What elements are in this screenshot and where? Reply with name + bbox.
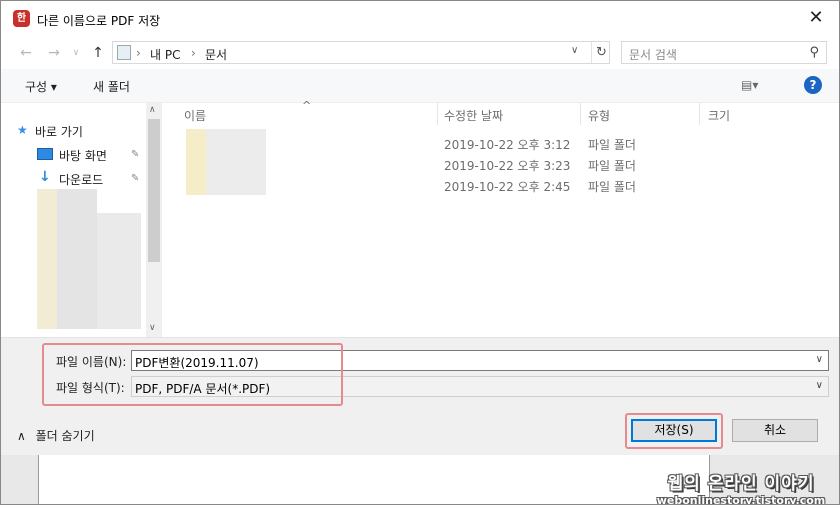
command-toolbar: 구성 ▾ 새 폴더 ▤▾ ? xyxy=(1,69,839,103)
search-icon[interactable]: ⚲ xyxy=(809,45,819,60)
watermark-title: 웹의 온라인 이야기 xyxy=(667,474,815,494)
window-title: 다른 이름으로 PDF 저장 xyxy=(37,14,161,28)
row-type[interactable]: 파일 폴더 xyxy=(588,136,636,153)
star-icon: ★ xyxy=(17,123,28,137)
save-button-highlight-annotation xyxy=(625,413,723,449)
back-button[interactable]: ← xyxy=(15,44,37,62)
search-placeholder: 문서 검색 xyxy=(629,48,677,62)
help-icon[interactable]: ? xyxy=(804,76,822,94)
scrollbar-thumb[interactable] xyxy=(148,119,160,262)
row-date[interactable]: 2019-10-22 오후 3:12 xyxy=(444,136,570,153)
view-options-icon[interactable]: ▤▾ xyxy=(741,78,758,92)
refresh-button[interactable]: ↻ xyxy=(591,42,611,63)
navigation-bar: ← → ∨ ↑ › 내 PC › 문서 ∨ ↻ 문서 검색 ⚲ xyxy=(1,37,839,69)
breadcrumb-separator: › xyxy=(191,46,196,60)
chevron-down-icon[interactable]: ∨ xyxy=(816,380,823,391)
up-folder-button[interactable]: ↑ xyxy=(87,44,109,62)
address-bar[interactable]: › 내 PC › 문서 ∨ ↻ xyxy=(112,41,610,64)
row-type[interactable]: 파일 폴더 xyxy=(588,178,636,195)
close-button[interactable]: ✕ xyxy=(793,1,839,37)
column-divider[interactable] xyxy=(580,103,581,125)
new-folder-button[interactable]: 새 폴더 xyxy=(93,78,130,95)
blurred-item xyxy=(37,189,57,329)
blurred-folder-icon xyxy=(186,129,206,195)
filename-highlight-annotation xyxy=(42,343,343,406)
row-date[interactable]: 2019-10-22 오후 2:45 xyxy=(444,178,570,195)
download-icon: ↓ xyxy=(39,169,51,185)
organize-menu[interactable]: 구성 ▾ xyxy=(25,78,57,95)
nav-pane-scrollbar[interactable]: ∧ ∨ xyxy=(146,103,162,337)
hide-folders-label: 폴더 숨기기 xyxy=(35,429,95,443)
blurred-item xyxy=(97,213,141,329)
title-bar: 한 다른 이름으로 PDF 저장 ✕ xyxy=(1,1,839,37)
breadcrumb-my-pc[interactable]: 내 PC xyxy=(150,46,180,63)
nav-item-downloads[interactable]: 다운로드 xyxy=(59,171,103,188)
breadcrumb-documents[interactable]: 문서 xyxy=(205,46,227,63)
file-list: ^ 이름 수정한 날짜 유형 크기 2019-10-22 오후 3:12 파일 … xyxy=(162,99,839,337)
navigation-pane: ★ 바로 가기 바탕 화면 ✎ ↓ 다운로드 ✎ ∧ ∨ xyxy=(1,103,162,337)
recent-locations-dropdown[interactable]: ∨ xyxy=(65,44,87,62)
cancel-button[interactable]: 취소 xyxy=(732,419,818,442)
address-dropdown-icon[interactable]: ∨ xyxy=(571,45,578,56)
blurred-folder-name xyxy=(206,129,266,195)
breadcrumb-separator: › xyxy=(136,46,141,60)
column-header-name[interactable]: 이름 xyxy=(184,107,206,124)
blurred-item xyxy=(57,189,97,329)
nav-item-desktop[interactable]: 바탕 화면 xyxy=(59,147,107,164)
row-type[interactable]: 파일 폴더 xyxy=(588,157,636,174)
hancom-app-icon: 한 xyxy=(13,10,30,27)
nav-item-quick-access[interactable]: 바로 가기 xyxy=(35,123,83,140)
desktop-icon xyxy=(37,148,53,160)
forward-button[interactable]: → xyxy=(43,44,65,62)
hide-folders-toggle[interactable]: ∧ 폴더 숨기기 xyxy=(17,427,95,444)
save-dialog: 한 다른 이름으로 PDF 저장 ✕ ← → ∨ ↑ › 내 PC › 문서 ∨… xyxy=(0,0,840,505)
blog-watermark: 웹의 온라인 이야기 webonlinestory.tistory.com xyxy=(651,469,831,505)
pin-icon: ✎ xyxy=(131,149,140,160)
column-header-date[interactable]: 수정한 날짜 xyxy=(444,107,503,124)
row-date[interactable]: 2019-10-22 오후 3:23 xyxy=(444,157,570,174)
pin-icon: ✎ xyxy=(131,173,140,184)
column-divider[interactable] xyxy=(437,103,438,125)
chevron-down-icon[interactable]: ∨ xyxy=(816,354,823,365)
scroll-down-icon[interactable]: ∨ xyxy=(149,323,156,333)
watermark-url: webonlinestory.tistory.com xyxy=(656,494,826,505)
column-divider[interactable] xyxy=(699,103,700,125)
pc-icon xyxy=(117,45,131,60)
column-header-type[interactable]: 유형 xyxy=(588,107,610,124)
search-box[interactable]: 문서 검색 ⚲ xyxy=(621,41,827,64)
chevron-up-icon: ∧ xyxy=(17,429,26,443)
background-document-page xyxy=(38,455,710,504)
column-header-size[interactable]: 크기 xyxy=(708,107,730,124)
sort-indicator-icon: ^ xyxy=(302,99,312,112)
scroll-up-icon[interactable]: ∧ xyxy=(149,105,156,115)
